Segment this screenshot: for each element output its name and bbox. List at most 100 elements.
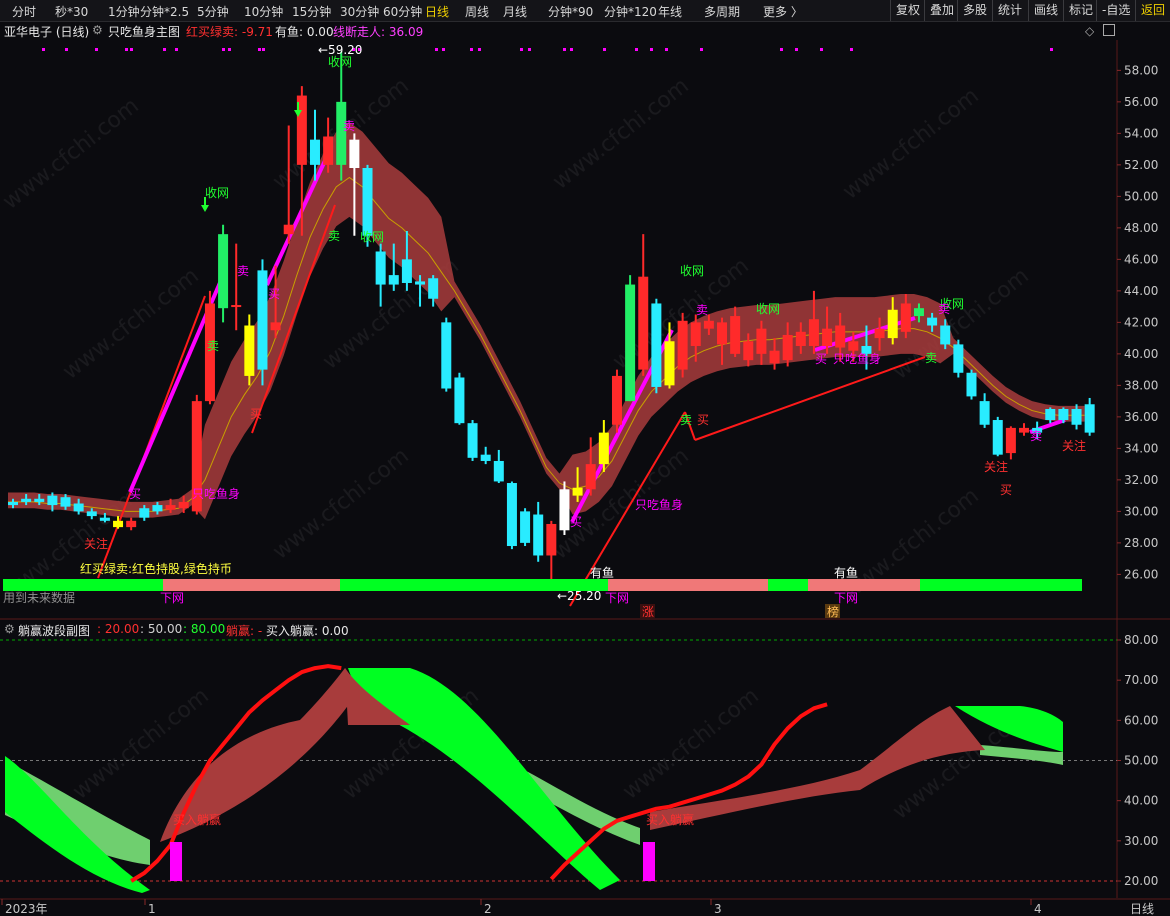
candle-body [1045, 408, 1056, 421]
signal-dot [125, 48, 128, 51]
sub-y-tick-label: 80.00 [1124, 633, 1158, 647]
signal-dot [1050, 48, 1053, 51]
candle-body [178, 501, 189, 509]
candle-body [717, 322, 728, 345]
y-tick-label: 56.00 [1124, 95, 1158, 109]
sub-chart: 买入躺赢 买入躺赢 [5, 664, 1063, 893]
signal-dot [175, 48, 178, 51]
candle-body [756, 328, 767, 354]
candle-body [572, 487, 583, 496]
candle-body [218, 234, 229, 309]
candle-body [940, 325, 951, 345]
x-tick-label: 4 [1034, 902, 1042, 916]
annotation-buy: 买 [250, 407, 262, 421]
x-tick-label: 2023年 [5, 902, 48, 916]
candle-body [401, 259, 412, 283]
annotation-buy: 买 [570, 515, 582, 529]
signal-dot [163, 48, 166, 51]
watermark-text: www.cfchi.com [548, 73, 693, 194]
candle-body [375, 251, 386, 285]
candle-body [257, 270, 268, 370]
candle-body [651, 303, 662, 387]
annotation-bang: 榜 [827, 604, 839, 619]
signal-dot [650, 48, 653, 51]
signal-dot [563, 48, 566, 51]
candle-body [900, 303, 911, 332]
signal-dot [258, 48, 261, 51]
candle-body [769, 350, 780, 364]
chart-canvas[interactable]: www.cfchi.com www.cfchi.com www.cfchi.com w… [0, 0, 1170, 916]
candle-body [349, 139, 360, 169]
annotation-buy: 买 [268, 287, 280, 301]
candle-body [795, 331, 806, 346]
annotation-sell: 卖 [925, 351, 937, 365]
candle-body [454, 377, 465, 424]
annotation-zhichiyushen: 只吃鱼身 [192, 486, 240, 501]
x-tick-label: 3 [714, 902, 722, 916]
annotation-zhichiyushen: 只吃鱼身 [635, 497, 683, 512]
annotation-shouwang: 收网 [360, 230, 384, 244]
candle-body [480, 454, 491, 461]
signal-dot [262, 48, 265, 51]
y-tick-label: 52.00 [1124, 158, 1158, 172]
sub-y-tick-label: 20.00 [1124, 874, 1158, 888]
y-tick-label: 38.00 [1124, 378, 1158, 392]
trend-ribbon-segment [608, 579, 768, 591]
sub-y-tick-label: 60.00 [1124, 713, 1158, 727]
sub-buy-label: 买入躺赢 [646, 812, 694, 827]
candle-body [99, 517, 110, 521]
candle-body [309, 139, 320, 165]
candle-body [126, 520, 137, 528]
candle-body [520, 511, 531, 543]
candle-body [533, 514, 544, 556]
candle-body [1084, 404, 1095, 433]
sub-y-tick-label: 70.00 [1124, 673, 1158, 687]
candle-body [808, 319, 819, 346]
trend-ribbon-segment [920, 579, 1082, 591]
candle-body [47, 495, 58, 506]
candle-body [86, 511, 97, 517]
y-tick-label: 46.00 [1124, 252, 1158, 266]
ma-ribbon [8, 122, 1085, 520]
candle-body [1019, 427, 1030, 433]
signal-dot [795, 48, 798, 51]
candle-body [441, 322, 452, 389]
signal-dot [665, 48, 668, 51]
legend-text: 红买绿卖:红色持股,绿色持币 [80, 561, 232, 576]
candle-body [415, 281, 426, 285]
candle-body [1058, 408, 1069, 421]
y-tick-label: 58.00 [1124, 63, 1158, 77]
sub-y-tick-label: 30.00 [1124, 834, 1158, 848]
candle-body [467, 423, 478, 458]
candle-body [835, 325, 846, 348]
signal-dot [435, 48, 438, 51]
signal-dot [222, 48, 225, 51]
candle-body [966, 372, 977, 397]
annotation-sell: 卖 [680, 413, 692, 427]
signal-dot [65, 48, 68, 51]
candle-body [244, 325, 255, 376]
watermark-text: www.cfchi.com [268, 443, 413, 564]
y-tick-label: 44.00 [1124, 284, 1158, 298]
signal-dot [442, 48, 445, 51]
signal-dot [228, 48, 231, 51]
candle-body [139, 508, 150, 518]
candle-body [730, 316, 741, 354]
signal-dot [478, 48, 481, 51]
candle-body [664, 341, 675, 386]
y-tick-label: 48.00 [1124, 221, 1158, 235]
signal-dot [850, 48, 853, 51]
trend-line [694, 356, 926, 441]
buy-signal-bar [643, 842, 655, 881]
signal-dot [700, 48, 703, 51]
y-tick-label: 26.00 [1124, 567, 1158, 581]
candle-body [546, 523, 557, 556]
annotation-buy: 买 [815, 352, 827, 366]
candle-body [703, 320, 714, 329]
annotation-buy: 买 [129, 487, 141, 501]
signal-dot [470, 48, 473, 51]
annotation-zhang: 涨 [642, 604, 654, 619]
candle-body [927, 317, 938, 326]
signal-dot [95, 48, 98, 51]
buy-signal-bar [170, 842, 182, 881]
